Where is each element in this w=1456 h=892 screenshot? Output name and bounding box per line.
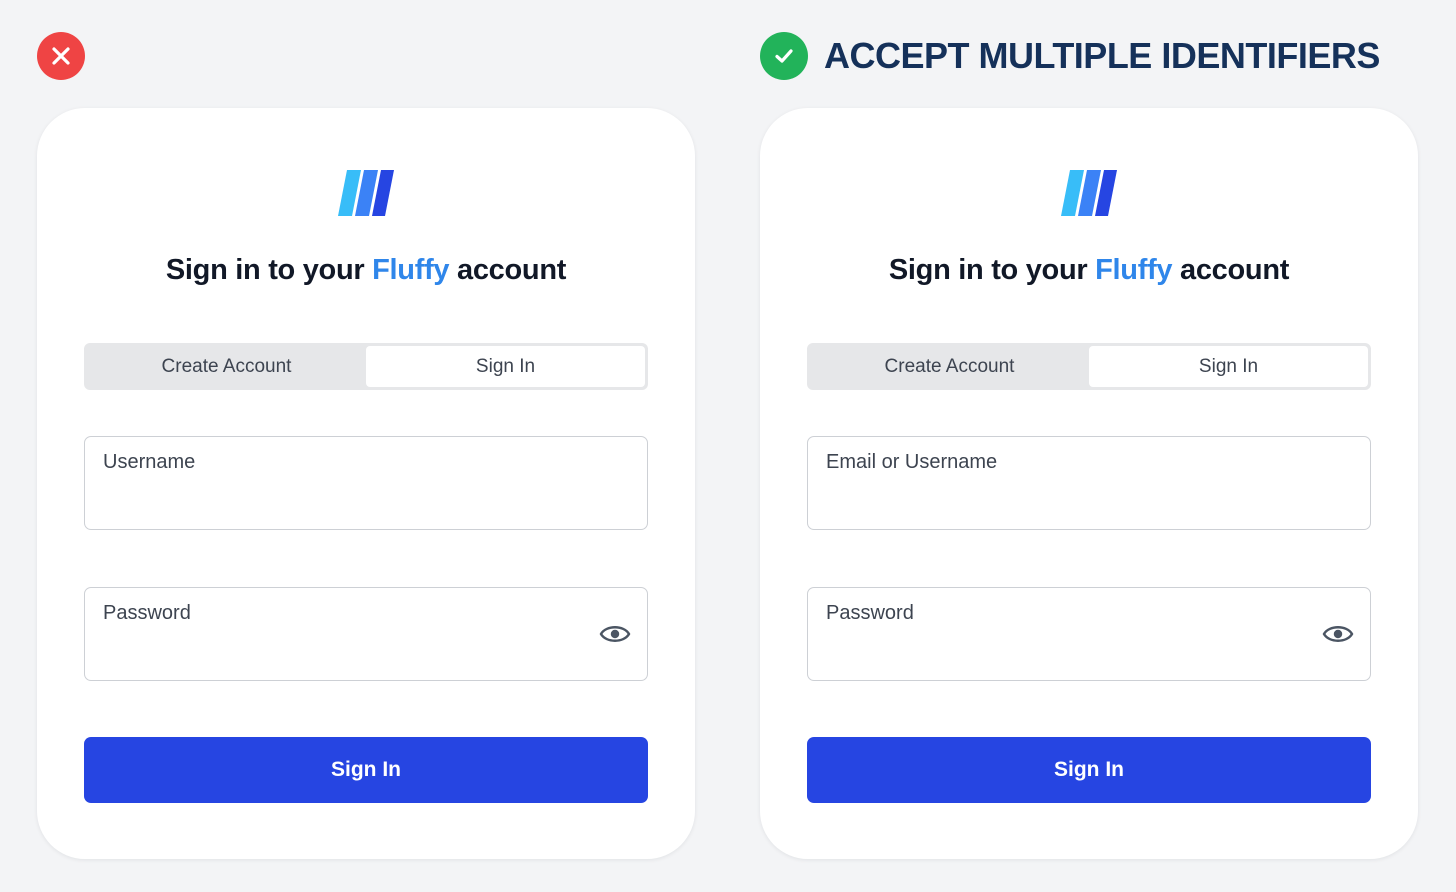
check-icon xyxy=(775,49,793,63)
good-example-heading: ACCEPT MULTIPLE IDENTIFIERS xyxy=(824,35,1380,76)
auth-tabs: Create Account Sign In xyxy=(84,343,648,390)
eye-icon[interactable] xyxy=(599,621,631,647)
password-label: Password xyxy=(103,602,191,624)
brand-name: Fluffy xyxy=(1095,254,1173,286)
title-prefix: Sign in to your xyxy=(165,254,373,286)
title-suffix: account xyxy=(449,254,567,286)
username-label: Username xyxy=(103,451,196,473)
close-icon xyxy=(52,47,70,65)
good-example-badge xyxy=(760,32,808,80)
sign-in-button[interactable]: Sign In xyxy=(84,737,648,803)
tab-sign-in[interactable]: Sign In xyxy=(366,346,645,387)
card-title: Sign in to your Fluffy account xyxy=(760,254,1418,287)
tab-create-account[interactable]: Create Account xyxy=(810,346,1089,387)
eye-icon[interactable] xyxy=(1322,621,1354,647)
auth-tabs: Create Account Sign In xyxy=(807,343,1371,390)
tab-create-account[interactable]: Create Account xyxy=(87,346,366,387)
password-label: Password xyxy=(826,602,914,624)
title-prefix: Sign in to your xyxy=(888,254,1096,286)
card-title: Sign in to your Fluffy account xyxy=(37,254,695,287)
fluffy-logo xyxy=(1061,170,1117,216)
title-suffix: account xyxy=(1172,254,1290,286)
bad-example-badge xyxy=(37,32,85,80)
tab-sign-in[interactable]: Sign In xyxy=(1089,346,1368,387)
sign-in-card-good: Sign in to your Fluffy account Create Ac… xyxy=(760,108,1418,859)
sign-in-button[interactable]: Sign In xyxy=(807,737,1371,803)
email-or-username-label: Email or Username xyxy=(826,451,998,473)
password-field[interactable]: Password xyxy=(807,587,1371,681)
email-or-username-field[interactable]: Email or Username xyxy=(807,436,1371,530)
brand-name: Fluffy xyxy=(372,254,450,286)
username-field[interactable]: Username xyxy=(84,436,648,530)
sign-in-card-bad: Sign in to your Fluffy account Create Ac… xyxy=(37,108,695,859)
fluffy-logo xyxy=(338,170,394,216)
password-field[interactable]: Password xyxy=(84,587,648,681)
